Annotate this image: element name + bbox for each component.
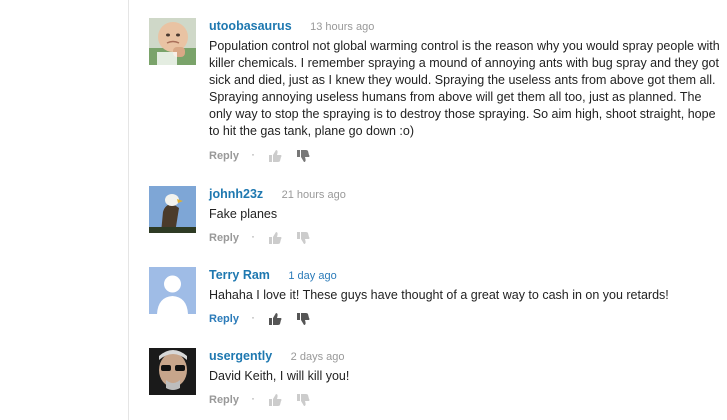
- reply-button[interactable]: Reply: [209, 148, 239, 164]
- comment-author[interactable]: Terry Ram: [209, 268, 270, 282]
- thumbs-down-icon[interactable]: [296, 393, 310, 407]
- comment-author[interactable]: johnh23z: [209, 187, 263, 201]
- column-divider: [128, 0, 129, 420]
- comment-actions: Reply ·: [209, 311, 724, 327]
- separator: ·: [250, 310, 255, 325]
- separator: ·: [250, 229, 255, 244]
- separator: ·: [250, 391, 255, 406]
- left-sidebar: [0, 0, 128, 420]
- thumbs-up-icon[interactable]: [268, 149, 282, 163]
- comment-author[interactable]: utoobasaurus: [209, 19, 292, 33]
- thumbs-down-icon[interactable]: [296, 149, 310, 163]
- eagle-avatar[interactable]: [149, 186, 196, 233]
- comment-timestamp: 21 hours ago: [281, 189, 346, 201]
- thumbs-down-icon[interactable]: [296, 231, 310, 245]
- reply-button[interactable]: Reply: [209, 311, 239, 327]
- comment-timestamp[interactable]: 1 day ago: [288, 270, 336, 282]
- comment-actions: Reply ·: [209, 230, 724, 246]
- thumbs-up-icon[interactable]: [268, 231, 282, 245]
- comment-text: David Keith, I will kill you!: [209, 369, 350, 383]
- man-sunglasses-avatar[interactable]: [149, 348, 196, 395]
- comment-actions: Reply ·: [209, 392, 724, 408]
- reply-button[interactable]: Reply: [209, 230, 239, 246]
- comment-timestamp: 2 days ago: [290, 351, 345, 363]
- thumbs-down-icon[interactable]: [296, 312, 310, 326]
- default-silhouette-avatar[interactable]: [149, 267, 196, 314]
- comment-text: Population control not global warming co…: [209, 39, 720, 139]
- comment-text: Fake planes: [209, 207, 278, 221]
- avatar-image: [149, 186, 196, 233]
- comment-actions: Reply ·: [209, 148, 724, 164]
- avatar-image: [149, 18, 196, 65]
- comment-author[interactable]: usergently: [209, 349, 272, 363]
- reply-button[interactable]: Reply: [209, 392, 239, 408]
- baby-fist-avatar[interactable]: [149, 18, 196, 65]
- comment-timestamp: 13 hours ago: [310, 21, 375, 33]
- avatar-image: [149, 267, 196, 314]
- comment-text: Hahaha I love it! These guys have though…: [209, 288, 669, 302]
- avatar-image: [149, 348, 196, 395]
- thumbs-up-icon[interactable]: [268, 312, 282, 326]
- thumbs-up-icon[interactable]: [268, 393, 282, 407]
- separator: ·: [250, 146, 255, 161]
